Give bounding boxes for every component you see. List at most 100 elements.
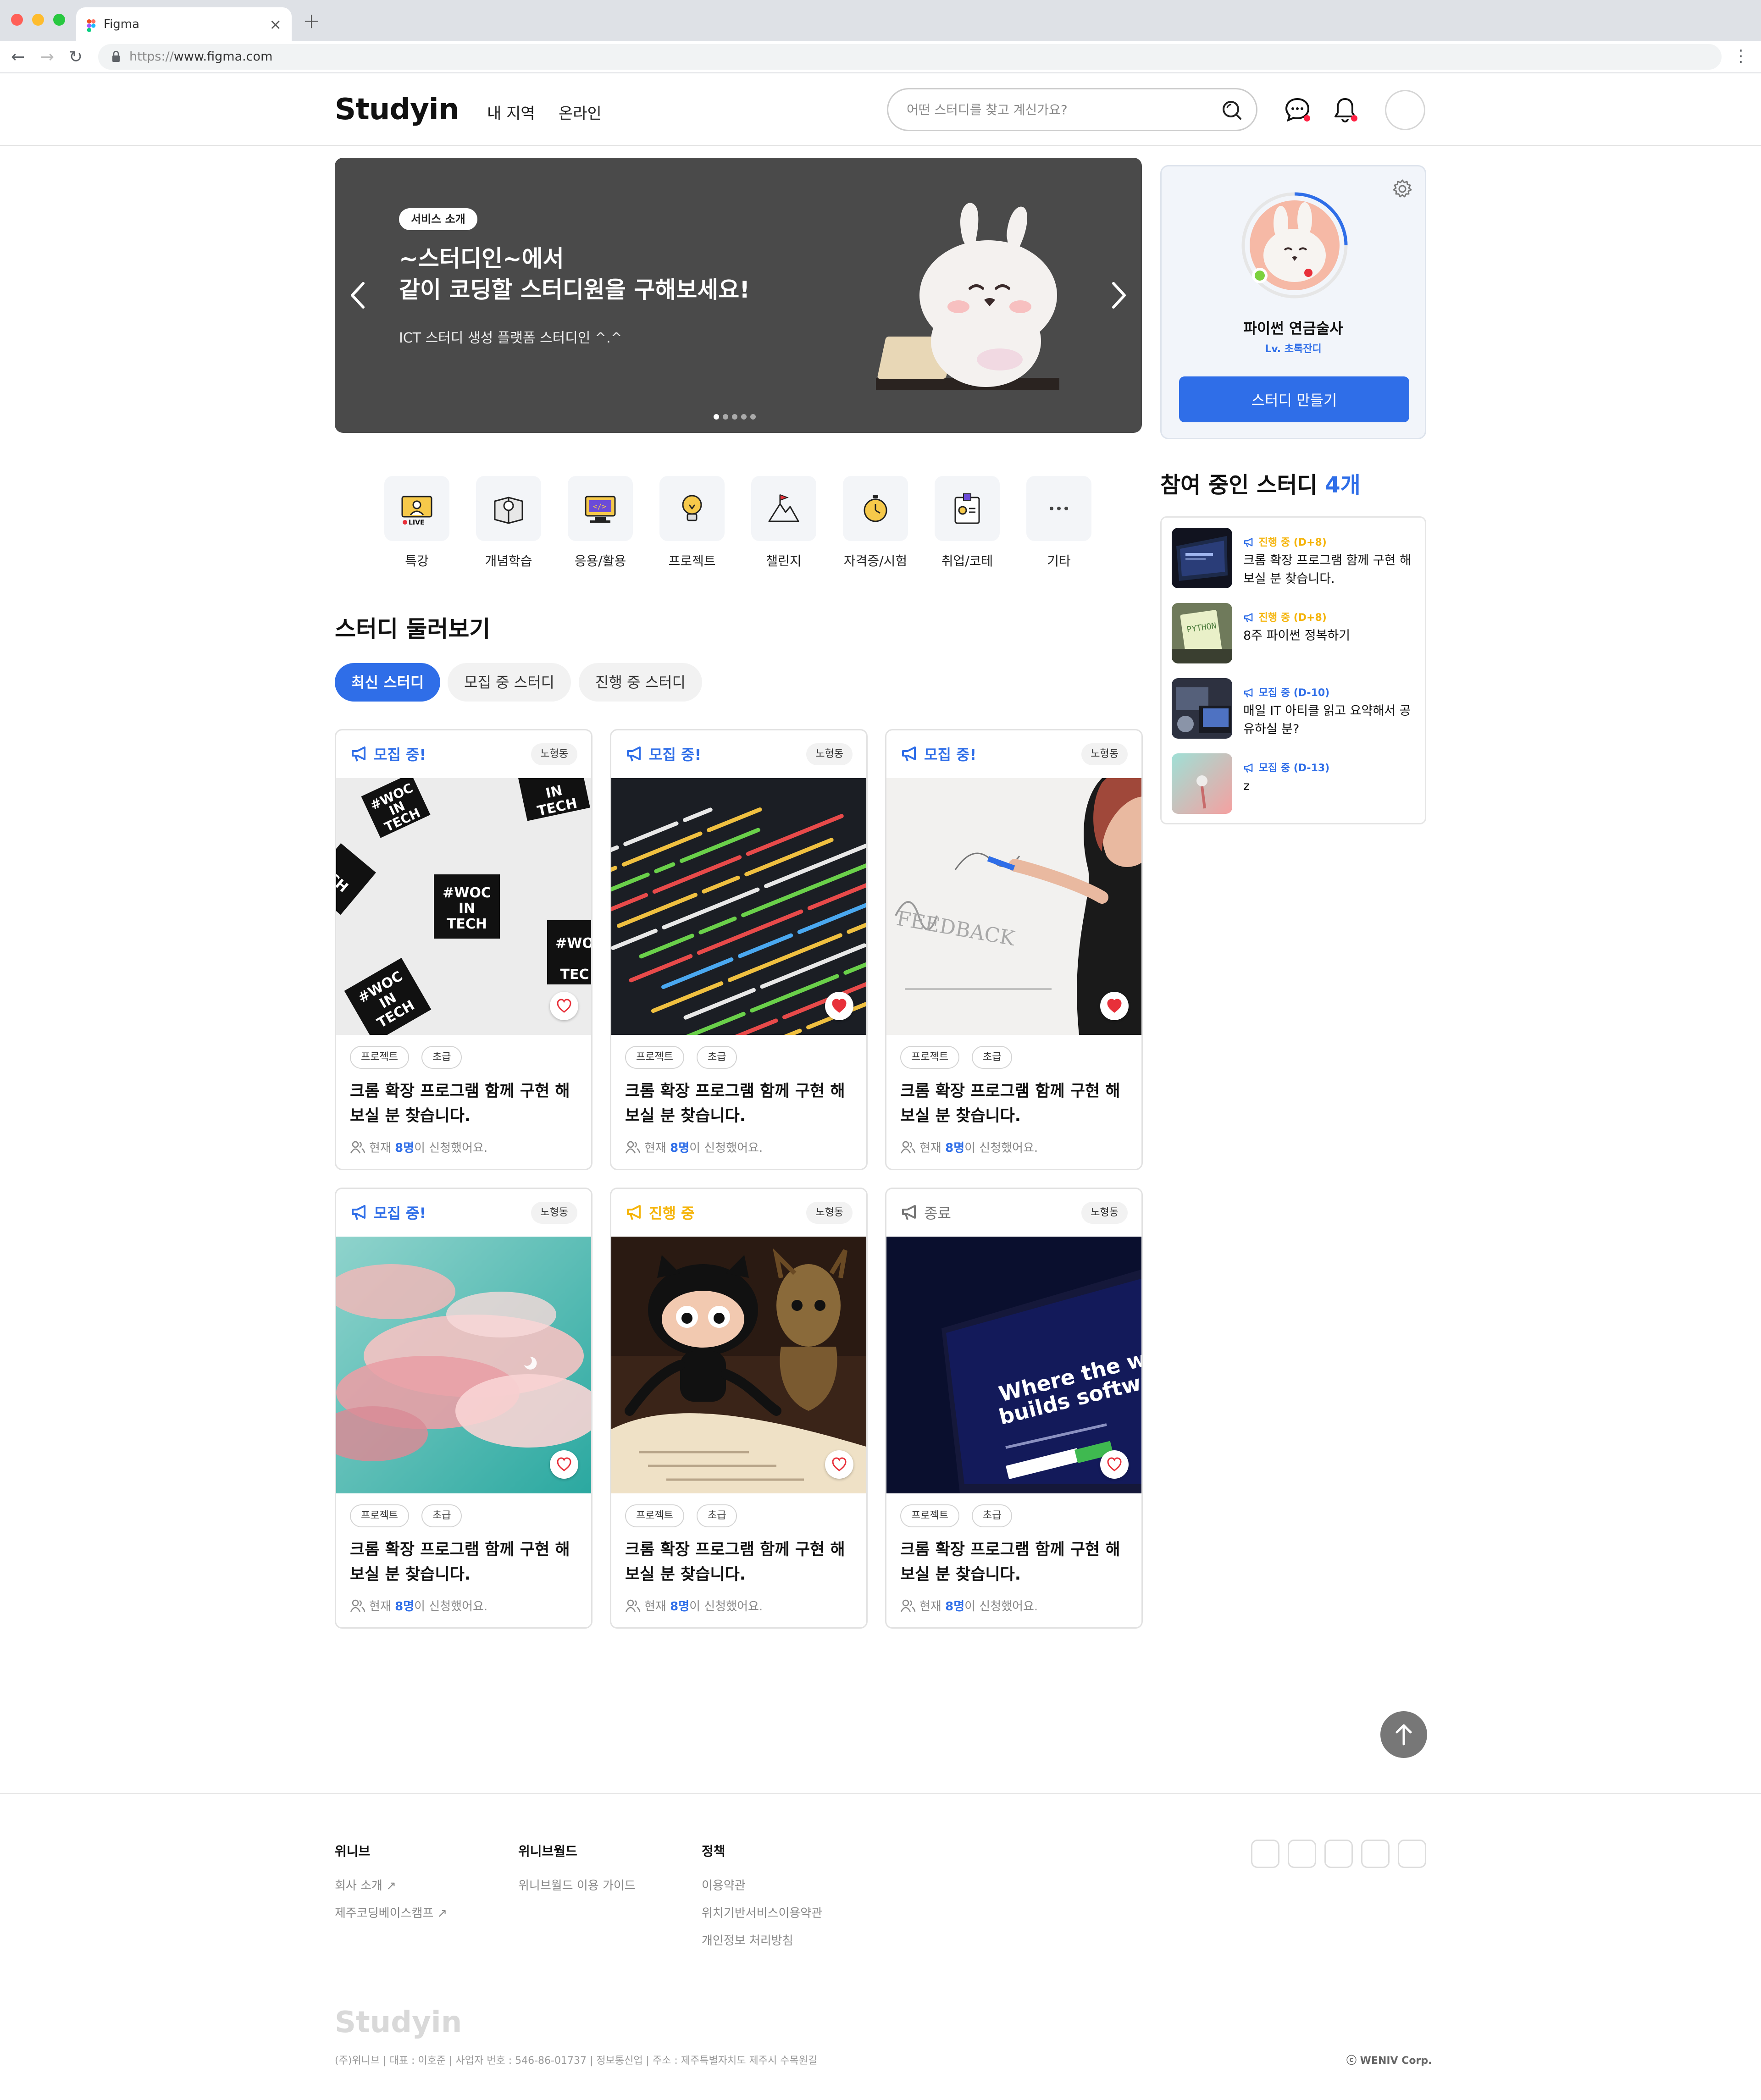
- svg-text:#WOC: #WOC: [443, 885, 491, 901]
- nav-online[interactable]: 온라인: [559, 101, 602, 123]
- address-bar: ← → ↻ https://www.figma.com ⋮: [0, 41, 1761, 73]
- search-input[interactable]: [907, 100, 1205, 119]
- profile-avatar[interactable]: [1240, 191, 1349, 299]
- heart-outline-icon: [1107, 1457, 1122, 1471]
- people-icon: [350, 1141, 365, 1154]
- rabbit-mascot-illustration: [876, 203, 1059, 390]
- like-button[interactable]: [825, 992, 853, 1020]
- reload-icon[interactable]: ↻: [69, 48, 83, 66]
- hero-next-arrow-icon[interactable]: [1105, 268, 1133, 323]
- window-minimize-button[interactable]: [32, 14, 44, 26]
- card-tag: 프로젝트: [900, 1046, 959, 1069]
- profile-card: 파이썬 연금술사 Lv. 초록잔디 스터디 만들기: [1160, 165, 1426, 439]
- joined-item[interactable]: PYTHON 진행 중 (D+8) 8주 파이썬 정복하기: [1172, 603, 1419, 667]
- study-card[interactable]: 진행 중 노형동 프로젝트 초급 크롬 확장 프로그램 함께 구현 해 보실 분…: [610, 1188, 868, 1629]
- new-tab-icon[interactable]: +: [303, 8, 321, 33]
- joined-thumbnail: [1172, 528, 1232, 588]
- card-tag: 초급: [421, 1504, 462, 1527]
- company-info: (주)위니브 | 대표 : 이호준 | 사업자 번호 : 546-86-0173…: [335, 2055, 818, 2067]
- category-challenge[interactable]: 챌린지: [751, 476, 816, 569]
- joined-item[interactable]: 모집 중 (D-10) 매일 IT 아티클 읽고 요약해서 공유하실 분?: [1172, 678, 1419, 742]
- chat-icon[interactable]: [1284, 96, 1311, 123]
- hero-prev-arrow-icon[interactable]: [344, 268, 371, 323]
- card-applicants: 현재 8명이 신청했어요.: [900, 1138, 1038, 1155]
- scroll-top-button[interactable]: [1380, 1711, 1427, 1758]
- category-concept[interactable]: 개념학습: [476, 476, 541, 569]
- heart-outline-icon: [557, 1457, 571, 1471]
- joined-item[interactable]: 모집 중 (D-13) z: [1172, 753, 1419, 818]
- study-card[interactable]: 모집 중! 노형동 FEEDBACK 프로젝트 초급 크롬 확장 프로그램 함께…: [885, 729, 1143, 1170]
- arrow-up-icon: [1396, 1724, 1412, 1746]
- site-header: Studyin 내 지역 온라인: [0, 73, 1761, 146]
- hero-dot[interactable]: [741, 414, 747, 420]
- filter-in-progress[interactable]: 진행 중 스터디: [579, 663, 702, 702]
- footer-link[interactable]: 제주코딩베이스캠프 ↗: [335, 1904, 447, 1921]
- search-icon[interactable]: [1220, 99, 1243, 122]
- footer-link[interactable]: 이용약관: [702, 1876, 746, 1893]
- svg-text:IN: IN: [459, 901, 475, 917]
- social-icon[interactable]: [1324, 1840, 1353, 1868]
- hero-dot[interactable]: [723, 414, 728, 420]
- category-lecture[interactable]: LIVE 특강: [384, 476, 449, 569]
- hero-dot[interactable]: [750, 414, 756, 420]
- window-close-button[interactable]: [11, 14, 23, 26]
- back-icon[interactable]: ←: [11, 48, 25, 66]
- category-application[interactable]: </> 응용/활용: [568, 476, 633, 569]
- joined-title: 매일 IT 아티클 읽고 요약해서 공유하실 분?: [1243, 704, 1411, 736]
- create-study-button[interactable]: 스터디 만들기: [1179, 376, 1409, 422]
- site-logo[interactable]: Studyin: [335, 93, 459, 127]
- filter-recruiting[interactable]: 모집 중 스터디: [448, 663, 571, 702]
- social-icon[interactable]: [1361, 1840, 1390, 1868]
- hero-title: ~스터디인~에서 같이 코딩할 스터디원을 구해보세요!: [399, 245, 750, 303]
- gear-icon[interactable]: [1392, 178, 1413, 199]
- profile-level: Lv. 초록잔디: [1265, 343, 1322, 355]
- url-field[interactable]: https://www.figma.com: [98, 44, 1722, 70]
- hero-dot[interactable]: [714, 414, 719, 420]
- footer-link[interactable]: 개인정보 처리방침: [702, 1931, 793, 1948]
- footer-link[interactable]: 회사 소개 ↗: [335, 1876, 396, 1893]
- filter-latest[interactable]: 최신 스터디: [335, 663, 441, 702]
- user-avatar[interactable]: [1385, 90, 1425, 130]
- like-button[interactable]: [550, 992, 578, 1020]
- study-card[interactable]: 모집 중! 노형동 프로젝트 초급 크롬 확장 프로그램 함께 구현 해 보실 …: [335, 1188, 593, 1629]
- monitor-code-icon: </>: [585, 496, 616, 523]
- tab-title: Figma: [104, 17, 140, 31]
- footer-link[interactable]: 위니브월드 이용 가이드: [518, 1876, 636, 1893]
- hero-dot[interactable]: [732, 414, 737, 420]
- heart-outline-icon: [557, 999, 571, 1013]
- forward-icon[interactable]: →: [40, 48, 54, 66]
- megaphone-icon: [352, 746, 365, 762]
- joined-item[interactable]: 진행 중 (D+8) 크롬 확장 프로그램 함께 구현 해 보실 분 찾습니다.: [1172, 528, 1419, 592]
- browser-tab[interactable]: Figma ×: [76, 7, 292, 41]
- study-card[interactable]: 모집 중! 노형동 프로젝트 초급 크롬 확장 프로그램 함께 구현 해 보실 …: [610, 729, 868, 1170]
- category-job[interactable]: 취업/코테: [935, 476, 1000, 569]
- nav-local[interactable]: 내 지역: [487, 101, 535, 123]
- megaphone-icon: [902, 1205, 916, 1220]
- footer-link[interactable]: 위치기반서비스이용약관: [702, 1904, 822, 1921]
- study-card[interactable]: 모집 중! 노형동 #WOC IN TECH IN TECH #WOC IN TECH #…: [335, 729, 593, 1170]
- heart-outline-icon: [832, 1457, 847, 1471]
- like-button[interactable]: [550, 1450, 578, 1479]
- social-icon[interactable]: [1251, 1840, 1279, 1868]
- social-icon[interactable]: [1288, 1840, 1316, 1868]
- hero-banner: 서비스 소개 ~스터디인~에서 같이 코딩할 스터디원을 구해보세요! ICT …: [335, 158, 1142, 433]
- category-certificate[interactable]: 자격증/시험: [843, 476, 908, 569]
- card-status: 모집 중!: [351, 1202, 426, 1223]
- study-card[interactable]: 종료 노형동 Where the world builds software 프…: [885, 1188, 1143, 1629]
- joined-status: 모집 중 (D-13): [1243, 760, 1329, 774]
- card-tag: 초급: [421, 1046, 462, 1069]
- card-title: 크롬 확장 프로그램 함께 구현 해 보실 분 찾습니다.: [350, 1082, 570, 1125]
- category-project[interactable]: 프로젝트: [659, 476, 725, 569]
- profile-name: 파이썬 연금술사: [1243, 320, 1343, 337]
- social-icon[interactable]: [1398, 1840, 1426, 1868]
- window-zoom-button[interactable]: [53, 14, 65, 26]
- tab-close-icon[interactable]: ×: [269, 16, 282, 33]
- footer-logo: Studyin: [335, 2006, 462, 2039]
- like-button[interactable]: [1100, 992, 1129, 1020]
- people-icon: [625, 1141, 641, 1154]
- bell-icon[interactable]: [1332, 96, 1358, 123]
- like-button[interactable]: [1100, 1450, 1129, 1479]
- category-etc[interactable]: 기타: [1026, 476, 1091, 569]
- browser-menu-icon[interactable]: ⋮: [1733, 47, 1749, 66]
- like-button[interactable]: [825, 1450, 853, 1479]
